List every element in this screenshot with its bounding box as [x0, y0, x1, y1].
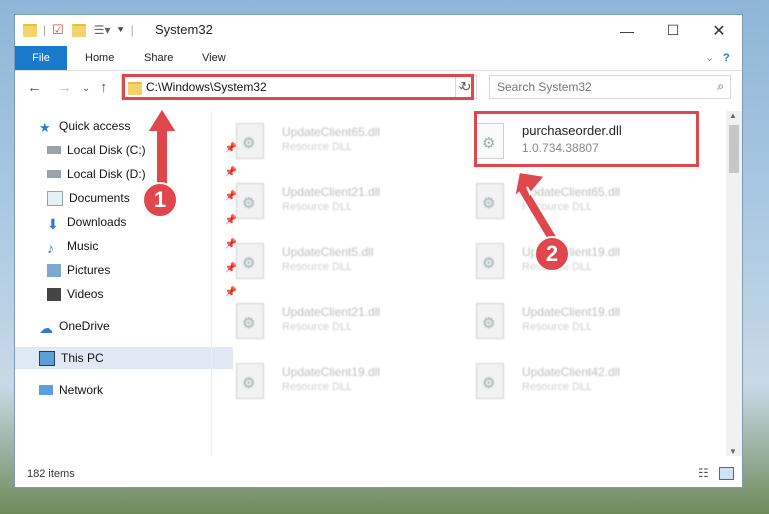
- address-path: C:\Windows\System32: [146, 80, 267, 94]
- step-marker-1: 1: [142, 182, 178, 218]
- up-icon[interactable]: ↑: [100, 79, 108, 96]
- sidebar-item-local-disk-c[interactable]: Local Disk (C:) 📌: [15, 139, 241, 161]
- status-bar: 182 items ☷: [15, 461, 742, 487]
- dll-file-icon: [476, 303, 504, 339]
- search-placeholder: Search System32: [497, 80, 592, 94]
- forward-icon[interactable]: →: [57, 79, 72, 96]
- help-icon[interactable]: ?: [723, 46, 730, 70]
- sidebar-item-documents[interactable]: Documents 📌: [15, 187, 241, 209]
- dll-file-icon: [236, 303, 264, 339]
- tab-home[interactable]: Home: [85, 46, 114, 70]
- quick-access-toolbar: | ☑ ☰▾ ⯆ |: [23, 21, 134, 39]
- dll-file-icon: [236, 243, 264, 279]
- folder-icon[interactable]: [23, 23, 37, 37]
- navigation-bar: ← → ⌄ ↑ C:\Windows\System32 ⌄ ↻ Search S…: [15, 73, 742, 103]
- list-item[interactable]: UpdateClient19.dll Resource DLL: [212, 357, 442, 407]
- maximize-button[interactable]: ☐: [650, 15, 696, 46]
- explorer-window: | ☑ ☰▾ ⯆ | System32 — ☐ ✕ File Home Shar…: [14, 14, 743, 488]
- scrollbar-thumb[interactable]: [729, 125, 739, 173]
- sidebar-item-local-disk-d[interactable]: Local Disk (D:) 📌: [15, 163, 241, 185]
- sidebar-item-videos[interactable]: Videos 📌: [15, 283, 241, 305]
- scroll-up-icon[interactable]: ▲: [729, 111, 737, 120]
- sidebar-item-downloads[interactable]: ⬇ Downloads 📌: [15, 211, 241, 233]
- dll-file-icon: [476, 363, 504, 399]
- list-item[interactable]: UpdateClient65.dll Resource DLL: [212, 117, 442, 167]
- close-button[interactable]: ✕: [696, 15, 742, 46]
- navigation-pane: ★ Quick access Local Disk (C:) 📌 Local D…: [15, 111, 237, 456]
- dll-file-icon: [476, 183, 504, 219]
- tab-file[interactable]: File: [15, 46, 67, 70]
- ribbon: File Home Share View ⌄ ?: [15, 46, 742, 71]
- cloud-icon: ☁: [39, 319, 53, 336]
- dll-file-icon: [476, 243, 504, 279]
- list-item[interactable]: UpdateClient21.dll Resource DLL: [212, 297, 442, 347]
- network-icon: [39, 385, 53, 395]
- videos-icon: [47, 287, 61, 301]
- drive-icon: [47, 146, 61, 154]
- download-icon: ⬇: [47, 215, 59, 232]
- list-item[interactable]: UpdateClient42.dll Resource DLL: [452, 357, 682, 407]
- minimize-button[interactable]: —: [604, 15, 650, 46]
- window-title: System32: [155, 22, 213, 37]
- documents-icon: [47, 190, 63, 206]
- music-icon: ♪: [47, 239, 54, 256]
- properties-icon[interactable]: ☑: [52, 22, 64, 38]
- separator: |: [43, 23, 47, 37]
- list-item[interactable]: UpdateClient21.dll Resource DLL: [212, 177, 442, 227]
- large-icons-view-icon[interactable]: [719, 467, 734, 480]
- separator: |: [130, 23, 134, 37]
- dll-file-icon: [236, 183, 264, 219]
- sidebar-item-quick-access[interactable]: ★ Quick access: [15, 115, 233, 137]
- computer-icon: [39, 350, 55, 366]
- scroll-down-icon[interactable]: ▼: [729, 447, 737, 456]
- title-bar: | ☑ ☰▾ ⯆ | System32 — ☐ ✕: [15, 15, 742, 46]
- chevron-down-icon[interactable]: ⯆: [117, 25, 125, 36]
- list-item[interactable]: UpdateClient5.dll Resource DLL: [212, 237, 442, 287]
- sidebar-item-network[interactable]: Network: [15, 379, 233, 401]
- star-icon: ★: [39, 119, 51, 135]
- customize-icon[interactable]: ☰▾: [94, 23, 111, 37]
- search-icon: ⌕: [717, 79, 724, 93]
- sidebar-item-music[interactable]: ♪ Music 📌: [15, 235, 241, 257]
- details-view-icon[interactable]: ☷: [698, 466, 709, 480]
- back-icon[interactable]: ←: [27, 79, 42, 96]
- ribbon-expand-icon[interactable]: ⌄: [705, 46, 714, 70]
- list-item[interactable]: UpdateClient65.dll Resource DLL: [452, 177, 682, 227]
- list-item[interactable]: UpdateClient19.dll Resource DLL: [452, 297, 682, 347]
- tab-share[interactable]: Share: [144, 46, 173, 70]
- sidebar-item-onedrive[interactable]: ☁ OneDrive: [15, 315, 233, 337]
- search-input[interactable]: Search System32 ⌕: [489, 75, 731, 99]
- drive-icon: [47, 170, 61, 178]
- pictures-icon: [47, 263, 61, 277]
- vertical-scrollbar[interactable]: ▲ ▼: [726, 111, 742, 456]
- tab-view[interactable]: View: [202, 46, 226, 70]
- dll-file-icon: [236, 123, 264, 159]
- new-folder-icon[interactable]: [71, 23, 86, 37]
- refresh-button[interactable]: ↻: [455, 75, 477, 99]
- dll-file-icon: [236, 363, 264, 399]
- file-highlight: [474, 111, 699, 167]
- folder-icon: [128, 82, 142, 95]
- step-marker-2: 2: [534, 236, 570, 272]
- sidebar-item-pictures[interactable]: Pictures 📌: [15, 259, 241, 281]
- address-bar[interactable]: C:\Windows\System32 ⌄: [121, 75, 473, 99]
- item-count: 182 items: [27, 468, 75, 480]
- sidebar-item-this-pc[interactable]: This PC: [15, 347, 233, 369]
- recent-locations-icon[interactable]: ⌄: [82, 83, 90, 94]
